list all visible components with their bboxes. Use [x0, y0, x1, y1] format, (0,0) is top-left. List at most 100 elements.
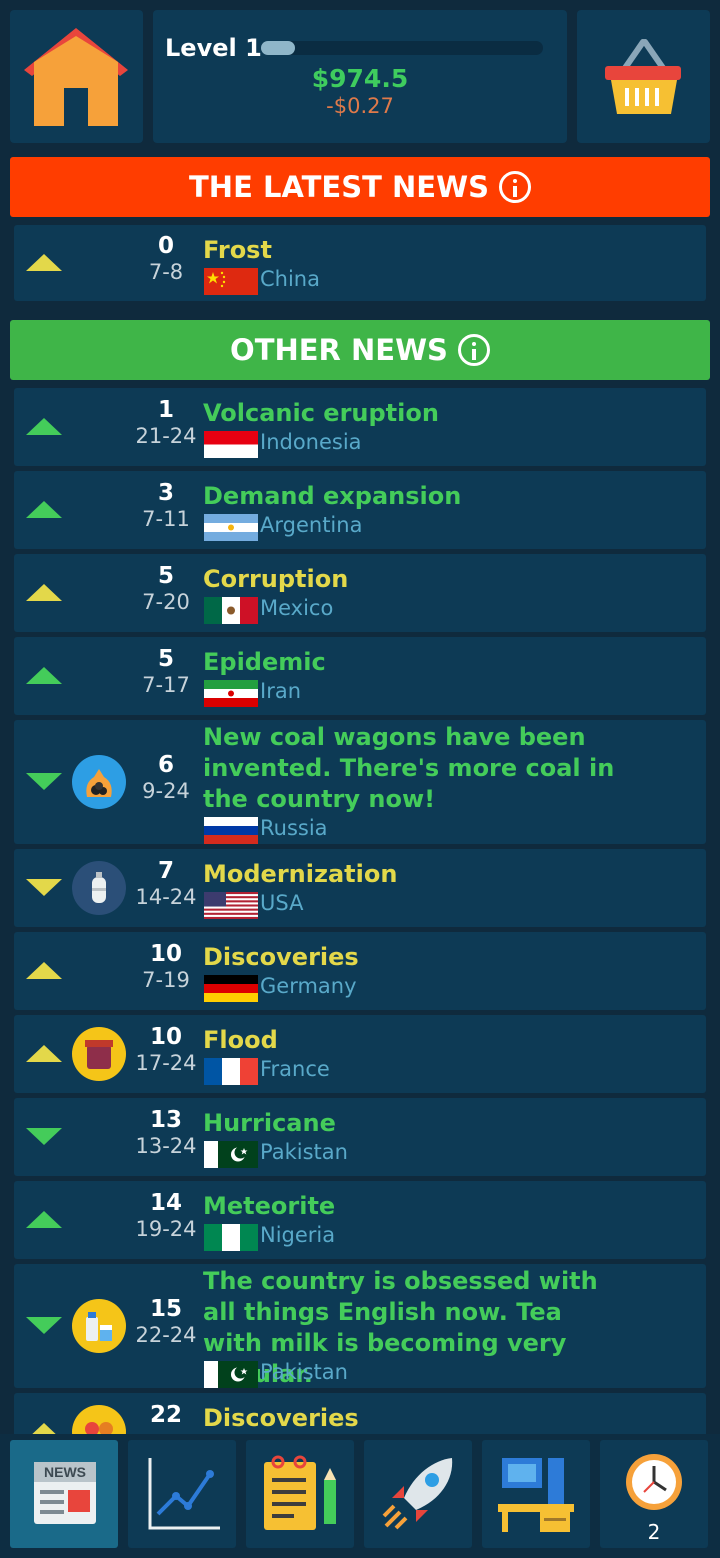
news-score: 10 — [149, 1024, 182, 1050]
trend-down-arrow-icon — [26, 1128, 62, 1145]
flag-china-icon — [204, 268, 258, 295]
trend-down-arrow-icon — [26, 773, 62, 790]
trend-up-arrow-icon — [26, 501, 62, 518]
news-row[interactable]: 0 7-8 Frost China — [14, 225, 706, 301]
news-score: 7 — [157, 858, 174, 884]
nav-office[interactable] — [482, 1440, 590, 1548]
level-label: Level 1 — [165, 34, 262, 62]
news-score: 15 — [149, 1296, 182, 1322]
news-range: 13-24 — [135, 1134, 197, 1158]
home-button[interactable] — [10, 10, 143, 143]
shop-basket-button[interactable] — [577, 10, 710, 143]
news-title: Demand expansion — [203, 482, 462, 510]
news-country: USA — [260, 891, 304, 915]
news-score: 10 — [149, 941, 182, 967]
news-row[interactable]: 3 7-11 Demand expansion Argentina — [14, 471, 706, 549]
nav-notes[interactable] — [246, 1440, 354, 1548]
news-title: Epidemic — [203, 648, 326, 676]
news-title: Flood — [203, 1026, 278, 1054]
nav-charts[interactable] — [128, 1440, 236, 1548]
news-row[interactable]: 10 7-19 Discoveries Germany — [14, 932, 706, 1010]
news-range: 17-24 — [135, 1051, 197, 1075]
flag-indonesia-icon — [204, 431, 258, 458]
news-title: Hurricane — [203, 1109, 336, 1137]
news-row[interactable]: 5 7-20 Corruption Mexico — [14, 554, 706, 632]
news-score: 22 — [149, 1402, 182, 1428]
nav-clock[interactable]: 2 — [600, 1440, 708, 1548]
coal-bag-icon — [72, 755, 126, 809]
news-country: Iran — [260, 679, 302, 703]
nav-launch[interactable] — [364, 1440, 472, 1548]
trend-up-arrow-icon — [26, 667, 62, 684]
news-country: Mexico — [260, 596, 334, 620]
news-country: Pakistan — [260, 1360, 348, 1384]
money-balance: $974.5 — [311, 64, 409, 93]
news-title: Discoveries — [203, 1404, 359, 1432]
jar-icon — [72, 1027, 126, 1081]
news-country: Germany — [260, 974, 357, 998]
clock-badge: 2 — [647, 1520, 661, 1544]
news-score: 6 — [157, 752, 174, 778]
news-row[interactable]: 6 9-24 New coal wagons have been invented.… — [14, 720, 706, 844]
news-country: Argentina — [260, 513, 363, 537]
gas-cylinder-icon — [72, 861, 126, 915]
other-news-info-icon[interactable] — [457, 334, 490, 366]
flag-iran-icon — [204, 680, 258, 707]
home-icon — [24, 28, 128, 126]
news-range: 7-11 — [142, 507, 190, 531]
flag-nigeria-icon — [204, 1224, 258, 1251]
level-progress-fill — [261, 41, 295, 55]
latest-news-info-icon[interactable] — [498, 171, 531, 203]
flag-france-icon — [204, 1058, 258, 1085]
trend-up-arrow-icon — [26, 1211, 62, 1228]
news-row[interactable]: 13 13-24 Hurricane Pakistan — [14, 1098, 706, 1176]
news-range: 7-20 — [142, 590, 190, 614]
news-country: China — [260, 267, 320, 291]
news-range: 22-24 — [135, 1323, 197, 1347]
news-country: Russia — [260, 816, 328, 840]
basket-icon — [605, 39, 681, 114]
trend-up-arrow-icon — [26, 584, 62, 601]
news-country: Pakistan — [260, 1140, 348, 1164]
news-range: 19-24 — [135, 1217, 197, 1241]
flag-pakistan-icon — [204, 1141, 258, 1168]
news-row[interactable]: 10 17-24 Flood France — [14, 1015, 706, 1093]
bottom-nav: NEWS 2 — [0, 1434, 720, 1558]
latest-news-title: THE LATEST NEWS — [189, 170, 489, 204]
news-country: France — [260, 1057, 330, 1081]
other-news-title: OTHER NEWS — [230, 333, 448, 367]
news-score: 5 — [157, 563, 174, 589]
news-row[interactable]: 14 19-24 Meteorite Nigeria — [14, 1181, 706, 1259]
news-row[interactable]: 15 22-24 The country is obsessed with all … — [14, 1264, 706, 1388]
newspaper-icon: NEWS — [34, 1462, 96, 1524]
level-panel: Level 1 $974.5 -$0.27 — [153, 10, 567, 143]
trend-up-arrow-icon — [26, 254, 62, 271]
news-range: 21-24 — [135, 424, 197, 448]
desk-computer-icon — [498, 1458, 574, 1532]
news-row[interactable]: 1 21-24 Volcanic eruption Indonesia — [14, 388, 706, 466]
news-country: Indonesia — [260, 430, 362, 454]
news-row[interactable]: 7 14-24 Modernization USA — [14, 849, 706, 927]
rocket-icon — [382, 1458, 453, 1530]
nav-news-label: NEWS — [44, 1464, 86, 1480]
news-row[interactable]: 5 7-17 Epidemic Iran — [14, 637, 706, 715]
chart-icon — [148, 1458, 220, 1530]
news-title: Meteorite — [203, 1192, 336, 1220]
news-score: 5 — [157, 646, 174, 672]
news-range: 7-8 — [148, 260, 184, 284]
other-news-banner: OTHER NEWS — [10, 320, 710, 380]
news-range: 7-17 — [142, 673, 190, 697]
news-score: 3 — [157, 480, 174, 506]
money-delta: -$0.27 — [326, 94, 394, 118]
trend-up-arrow-icon — [26, 1045, 62, 1062]
trend-down-arrow-icon — [26, 879, 62, 896]
nav-news[interactable]: NEWS — [10, 1440, 118, 1548]
news-title: Frost — [203, 236, 272, 264]
news-title: New coal wagons have been invented. Ther… — [203, 723, 615, 813]
notepad-icon — [264, 1455, 336, 1530]
milk-icon — [72, 1299, 126, 1353]
news-score: 0 — [157, 233, 174, 259]
trend-up-arrow-icon — [26, 962, 62, 979]
news-title: Discoveries — [203, 943, 359, 971]
flag-germany-icon — [204, 975, 258, 1002]
